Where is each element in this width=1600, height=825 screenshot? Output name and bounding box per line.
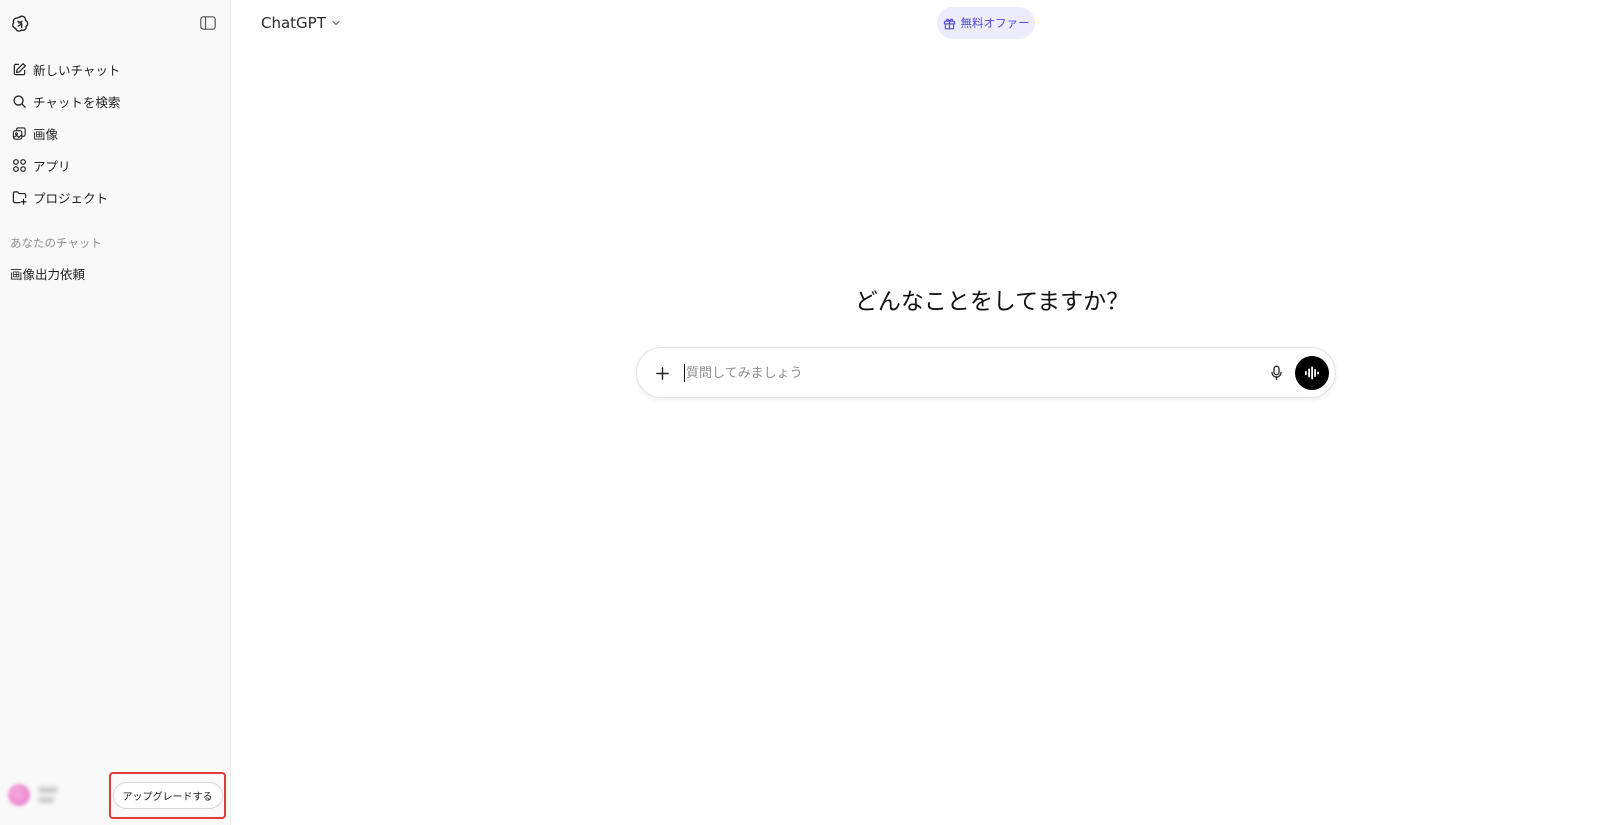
text-caret <box>684 364 685 382</box>
user-name-redacted <box>38 787 58 803</box>
page-title: どんなことをしてますか？ <box>854 289 1130 315</box>
folder-plus-icon <box>11 189 27 205</box>
sidebar-toggle-icon[interactable] <box>198 14 218 32</box>
chat-history-heading: あなたのチャット <box>10 236 102 250</box>
avatar <box>8 784 30 806</box>
chat-history-list: 画像出力依頼 <box>0 258 231 288</box>
prompt-input[interactable] <box>684 360 1244 386</box>
sidebar-item-images[interactable]: 画像 <box>0 117 231 149</box>
prompt-composer <box>636 347 1336 398</box>
sidebar-item-label: チャットを検索 <box>33 94 121 110</box>
sidebar-item-label: プロジェクト <box>33 190 109 206</box>
sidebar-item-new-chat[interactable]: 新しいチャット <box>0 53 231 85</box>
sidebar-item-projects[interactable]: プロジェクト <box>0 181 231 213</box>
model-label: ChatGPT <box>261 14 326 32</box>
sidebar-item-label: アプリ <box>33 158 71 174</box>
chat-title: 画像出力依頼 <box>10 266 86 282</box>
list-item[interactable]: 画像出力依頼 <box>0 258 231 288</box>
offer-label: 無料オファー <box>960 16 1030 30</box>
sidebar-item-search-chats[interactable]: チャットを検索 <box>0 85 231 117</box>
app-window: 新しいチャット チャットを検索 画像 アプリ プロジェクト あなたのチャット 画… <box>0 0 1600 825</box>
microphone-icon[interactable] <box>1265 362 1287 384</box>
sidebar-item-label: 画像 <box>33 126 59 142</box>
upgrade-highlight-box: アップグレードする <box>109 772 226 819</box>
openai-logo-icon[interactable] <box>8 12 32 36</box>
sidebar-item-label: 新しいチャット <box>33 62 121 78</box>
user-profile[interactable] <box>8 780 68 810</box>
edit-icon <box>11 61 27 77</box>
chevron-down-icon <box>331 18 341 28</box>
main-area: ChatGPT 無料オファー どんなことをしてますか？ <box>231 0 1600 825</box>
free-offer-button[interactable]: 無料オファー <box>937 7 1035 39</box>
gift-icon <box>943 17 956 30</box>
model-selector[interactable]: ChatGPT <box>261 12 341 34</box>
sidebar: 新しいチャット チャットを検索 画像 アプリ プロジェクト あなたのチャット 画… <box>0 0 231 825</box>
apps-icon <box>11 157 27 173</box>
images-icon <box>11 125 27 141</box>
plus-icon[interactable] <box>651 362 673 384</box>
search-icon <box>11 93 27 109</box>
upgrade-button[interactable]: アップグレードする <box>112 782 223 809</box>
sidebar-nav: 新しいチャット チャットを検索 画像 アプリ プロジェクト <box>0 53 231 213</box>
voice-mode-icon[interactable] <box>1295 356 1329 390</box>
sidebar-item-apps[interactable]: アプリ <box>0 149 231 181</box>
